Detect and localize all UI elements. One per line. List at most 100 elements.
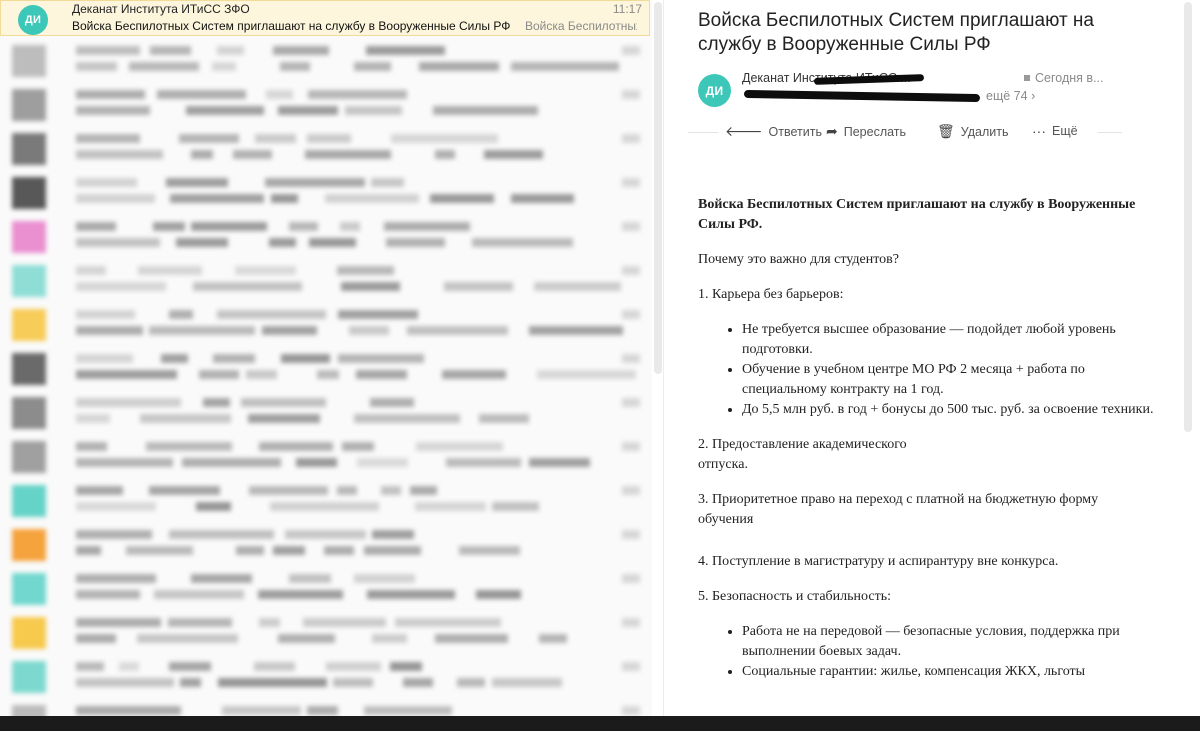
blurred-text	[248, 414, 320, 423]
blurred-text	[442, 370, 506, 379]
blurred-text	[366, 46, 445, 55]
blurred-text	[76, 546, 101, 555]
blurred-text	[218, 678, 327, 687]
reply-button[interactable]: 🡐 Ответить	[725, 123, 822, 140]
blurred-text	[273, 46, 329, 55]
blurred-time	[622, 530, 640, 539]
blurred-text	[191, 574, 252, 583]
blurred-text	[182, 458, 281, 467]
blurred-text	[278, 634, 335, 643]
blurred-text	[270, 502, 379, 511]
blurred-text	[492, 502, 539, 511]
blurred-message-row[interactable]	[0, 522, 652, 566]
blurred-avatar	[12, 705, 46, 716]
blurred-message-row[interactable]	[0, 258, 652, 302]
message-item-selected[interactable]: ДИ Деканат Института ИТиСС ЗФО Войска Бе…	[0, 0, 650, 36]
blurred-text	[76, 178, 137, 187]
forward-button[interactable]: ➦ Переслать	[826, 123, 906, 140]
blurred-time	[622, 310, 640, 319]
blurred-text	[340, 222, 360, 231]
blurred-text	[345, 106, 402, 115]
delete-button[interactable]: 🗑 Удалить	[937, 123, 1009, 140]
blurred-text	[539, 634, 567, 643]
blurred-text	[191, 150, 213, 159]
blurred-text	[357, 458, 408, 467]
blurred-text	[390, 662, 422, 671]
blurred-text	[281, 354, 330, 363]
blurred-text	[511, 62, 619, 71]
blurred-text	[370, 398, 414, 407]
body-section-5: 5. Безопасность и стабильность:	[698, 589, 891, 604]
blurred-text	[146, 442, 232, 451]
sender-avatar: ДИ	[18, 5, 48, 35]
blurred-text	[186, 106, 264, 115]
blurred-time	[622, 706, 640, 715]
reading-pane-scrollbar[interactable]	[1184, 2, 1192, 432]
ellipsis-icon: ···	[1032, 123, 1046, 139]
list-item: Не требуется высшее образование — подойд…	[742, 320, 1158, 360]
message-time: 11:17	[612, 2, 642, 16]
blurred-text	[76, 458, 173, 467]
blurred-avatar	[12, 265, 46, 297]
more-recipients-link[interactable]: ещё 74 ›	[986, 89, 1035, 103]
blurred-text	[76, 706, 181, 715]
blurred-text	[435, 634, 508, 643]
sender-avatar-large[interactable]: ДИ	[698, 74, 731, 107]
blurred-text	[233, 150, 272, 159]
blurred-text	[169, 530, 274, 539]
blurred-text	[213, 354, 255, 363]
blurred-text	[410, 486, 437, 495]
blurred-text	[76, 282, 166, 291]
message-sender: Деканат Института ИТиСС ЗФО	[72, 2, 250, 16]
list-item: Социальные гарантии: жилье, компенсация …	[742, 662, 1158, 682]
blurred-message-row[interactable]	[0, 170, 652, 214]
message-toolbar: 🡐 Ответить ➦ Переслать 🗑 Удалить ··· Ещё	[688, 122, 1128, 144]
blurred-text	[364, 706, 452, 715]
blurred-message-row[interactable]	[0, 478, 652, 522]
blurred-text	[386, 238, 445, 247]
blurred-text	[76, 618, 161, 627]
blurred-message-row[interactable]	[0, 434, 652, 478]
blurred-text	[407, 326, 508, 335]
blurred-avatar	[12, 617, 46, 649]
reply-icon: 🡐	[725, 123, 763, 139]
blurred-text	[259, 442, 333, 451]
blurred-text	[289, 574, 331, 583]
blurred-message-row[interactable]	[0, 38, 652, 82]
blurred-text	[76, 46, 140, 55]
blurred-text	[153, 222, 185, 231]
blurred-text	[76, 310, 135, 319]
blurred-text	[126, 546, 193, 555]
blurred-text	[76, 90, 145, 99]
blurred-text	[191, 222, 267, 231]
blurred-text	[433, 106, 538, 115]
blurred-avatar	[12, 309, 46, 341]
blurred-text	[371, 178, 404, 187]
message-date: Сегодня в...	[1024, 71, 1103, 85]
blurred-message-row[interactable]	[0, 302, 652, 346]
blurred-text	[333, 678, 373, 687]
blurred-text	[273, 546, 305, 555]
blurred-time	[622, 134, 640, 143]
blurred-text	[534, 282, 621, 291]
chevron-right-icon: ›	[1031, 89, 1036, 103]
blurred-message-row[interactable]	[0, 126, 652, 170]
blurred-message-row[interactable]	[0, 82, 652, 126]
blurred-message-row[interactable]	[0, 610, 652, 654]
blurred-message-row[interactable]	[0, 698, 652, 716]
blurred-text	[384, 222, 470, 231]
blurred-message-row[interactable]	[0, 566, 652, 610]
blurred-time	[622, 442, 640, 451]
forward-label: Переслать	[843, 124, 907, 139]
more-button[interactable]: ··· Ещё	[1032, 123, 1078, 139]
blurred-message-row[interactable]	[0, 346, 652, 390]
blurred-message-row[interactable]	[0, 654, 652, 698]
blurred-message-row[interactable]	[0, 214, 652, 258]
message-list-scrollbar[interactable]	[654, 2, 662, 374]
blurred-time	[622, 618, 640, 627]
blurred-text	[403, 678, 433, 687]
blurred-text	[280, 62, 310, 71]
blurred-text	[419, 62, 499, 71]
blurred-message-row[interactable]	[0, 390, 652, 434]
blurred-text	[76, 634, 116, 643]
